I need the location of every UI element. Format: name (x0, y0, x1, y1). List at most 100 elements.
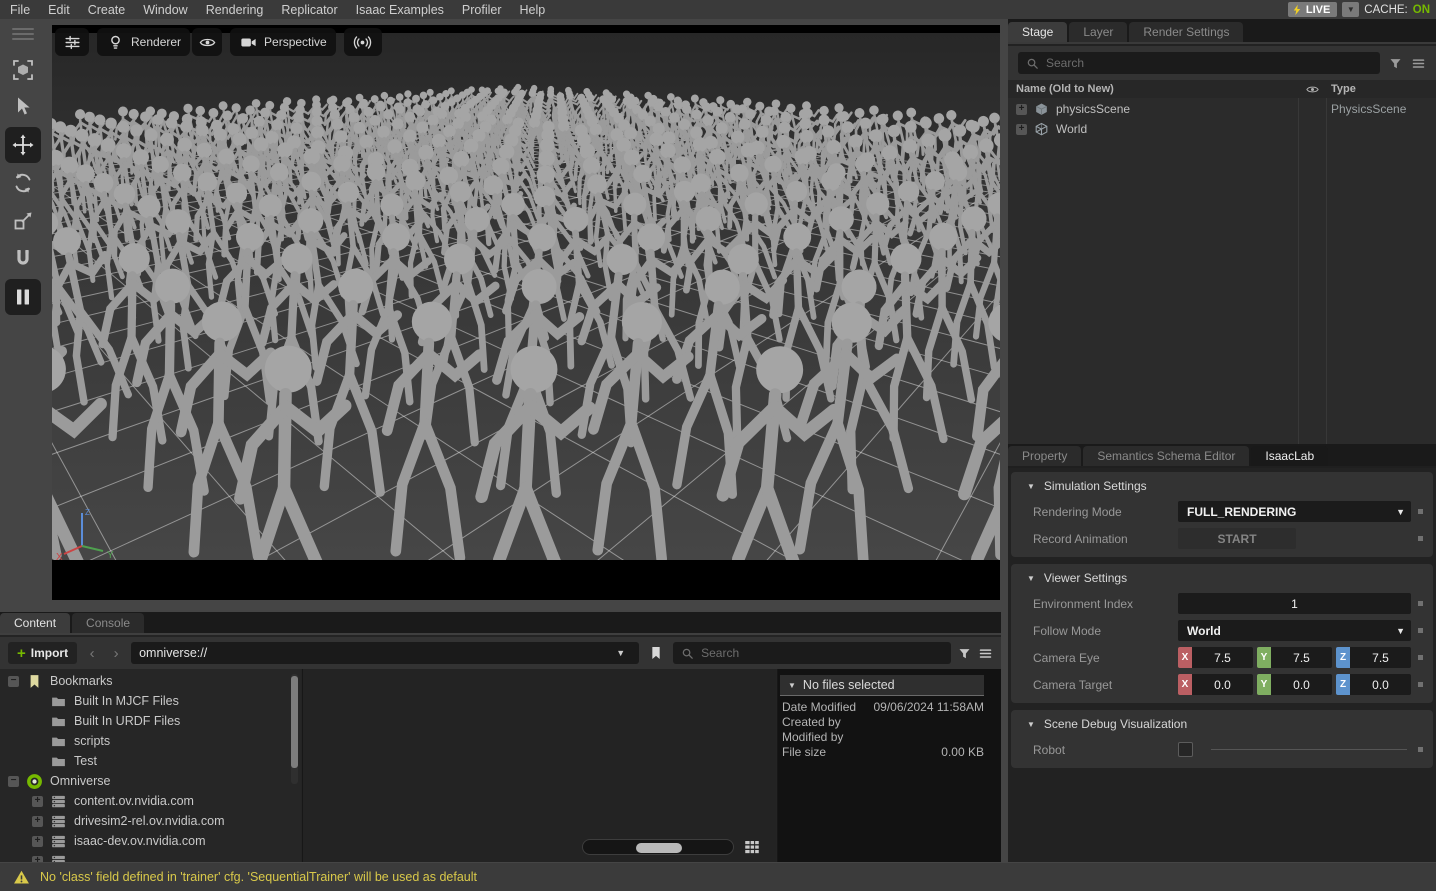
menu-rendering[interactable]: Rendering (206, 3, 264, 17)
viewport-canvas[interactable]: X Y Z (52, 33, 1000, 560)
camera-eye-y-field[interactable]: 7.5 (1271, 647, 1332, 668)
slider-handle[interactable] (636, 843, 682, 853)
expand-plus-icon[interactable]: + (1016, 104, 1027, 115)
menu-file[interactable]: File (10, 3, 30, 17)
default-value-dot[interactable] (1418, 628, 1423, 633)
frame-selection-tool-button[interactable] (5, 52, 41, 88)
live-dropdown-button[interactable]: ▼ (1342, 2, 1359, 17)
tree-item-content-server[interactable]: + content.ov.nvidia.com (0, 791, 301, 811)
camera-target-y-field[interactable]: 0.0 (1271, 674, 1332, 695)
forward-button[interactable]: › (107, 645, 125, 662)
tab-isaaclab[interactable]: IsaacLab (1251, 446, 1328, 466)
rotate-tool-button[interactable] (5, 165, 41, 201)
stage-column-header[interactable]: Name (Old to New) Type (1008, 80, 1436, 98)
select-tool-button[interactable] (5, 88, 41, 124)
tab-console[interactable]: Console (72, 613, 144, 633)
options-menu-icon[interactable] (978, 646, 993, 661)
pause-button[interactable] (5, 279, 41, 315)
follow-mode-dropdown[interactable]: World ▼ (1178, 620, 1411, 641)
bookmark-icon[interactable] (645, 645, 667, 661)
scale-tool-button[interactable] (5, 203, 41, 239)
tab-property[interactable]: Property (1008, 446, 1081, 466)
tree-item-isaac-dev-server[interactable]: + isaac-dev.ov.nvidia.com (0, 831, 301, 851)
menu-create[interactable]: Create (88, 3, 126, 17)
renderer-menu-button[interactable]: Renderer (97, 28, 190, 56)
file-grid-area[interactable] (302, 669, 776, 862)
path-bar[interactable]: ▼ (131, 642, 639, 664)
stage-search-input[interactable] (1046, 56, 1373, 70)
rendering-mode-dropdown[interactable]: FULL_RENDERING ▼ (1178, 501, 1411, 522)
tree-item-urdf[interactable]: Built In URDF Files (0, 711, 301, 731)
tree-item-bookmarks[interactable]: − Bookmarks (0, 671, 301, 691)
live-button[interactable]: LIVE (1288, 2, 1337, 17)
menu-window[interactable]: Window (143, 3, 187, 17)
column-name[interactable]: Name (Old to New) (1008, 83, 1298, 95)
start-button[interactable]: START (1178, 528, 1296, 549)
expand-plus-icon[interactable]: + (32, 796, 43, 807)
viewport[interactable]: X Y Z Renderer Perspective (52, 25, 1000, 600)
menu-edit[interactable]: Edit (48, 3, 70, 17)
expand-plus-icon[interactable]: + (32, 816, 43, 827)
options-menu-icon[interactable] (1411, 56, 1426, 71)
menu-help[interactable]: Help (520, 3, 546, 17)
import-button[interactable]: + Import (8, 642, 77, 664)
scrollbar-thumb[interactable] (291, 676, 298, 768)
environment-index-field[interactable]: 1 (1178, 593, 1411, 614)
default-value-dot[interactable] (1418, 601, 1423, 606)
stage-row-physics-scene[interactable]: + physicsScene PhysicsScene (1008, 99, 1436, 119)
visibility-menu-button[interactable] (192, 28, 222, 56)
tree-item-scripts[interactable]: scripts (0, 731, 301, 751)
default-value-dot[interactable] (1418, 682, 1423, 687)
tab-layer[interactable]: Layer (1069, 22, 1127, 42)
stage-search-box[interactable] (1018, 52, 1380, 74)
expand-plus-icon[interactable]: + (1016, 124, 1027, 135)
toolbar-grip-icon[interactable] (12, 28, 34, 30)
snap-tool-button[interactable] (5, 241, 41, 277)
thumbnail-size-slider[interactable] (582, 839, 734, 855)
chevron-down-icon[interactable]: ▼ (610, 648, 631, 658)
tab-content[interactable]: Content (0, 613, 70, 633)
tree-item-drivesim-server[interactable]: + drivesim2-rel.ov.nvidia.com (0, 811, 301, 831)
content-search-box[interactable] (673, 642, 951, 664)
default-value-dot[interactable] (1418, 536, 1423, 541)
content-search-input[interactable] (701, 646, 944, 660)
default-value-dot[interactable] (1418, 655, 1423, 660)
server-icon (50, 793, 67, 810)
filter-icon[interactable] (957, 646, 972, 661)
back-button[interactable]: ‹ (83, 645, 101, 662)
tab-stage[interactable]: Stage (1008, 22, 1067, 42)
section-header[interactable]: ▼ Scene Debug Visualization (1011, 712, 1433, 736)
tree-item-clipped[interactable]: + (0, 851, 301, 862)
section-header[interactable]: ▼ Simulation Settings (1011, 474, 1433, 498)
default-value-dot[interactable] (1418, 747, 1423, 752)
filter-icon[interactable] (1388, 56, 1403, 71)
stage-row-world[interactable]: + World (1008, 119, 1436, 139)
collapse-minus-icon[interactable]: − (8, 776, 19, 787)
menu-isaac-examples[interactable]: Isaac Examples (356, 3, 444, 17)
collapse-minus-icon[interactable]: − (8, 676, 19, 687)
tree-item-omniverse[interactable]: − Omniverse (0, 771, 301, 791)
tab-semantics-schema-editor[interactable]: Semantics Schema Editor (1083, 446, 1249, 466)
expand-plus-icon[interactable]: + (32, 836, 43, 847)
capture-button[interactable] (344, 28, 382, 56)
menu-replicator[interactable]: Replicator (281, 3, 337, 17)
move-tool-button[interactable] (5, 127, 41, 163)
tab-render-settings[interactable]: Render Settings (1129, 22, 1243, 42)
camera-eye-z-field[interactable]: 7.5 (1350, 647, 1411, 668)
tree-item-mjcf[interactable]: Built In MJCF Files (0, 691, 301, 711)
camera-eye-x-field[interactable]: 7.5 (1192, 647, 1253, 668)
grid-view-toggle-icon[interactable] (741, 838, 763, 856)
tree-item-test[interactable]: Test (0, 751, 301, 771)
default-value-dot[interactable] (1418, 509, 1423, 514)
expand-plus-icon[interactable]: + (32, 856, 43, 863)
viewport-settings-button[interactable] (55, 28, 89, 56)
path-input[interactable] (139, 646, 610, 660)
details-header[interactable]: ▼ No files selected (780, 675, 984, 696)
section-header[interactable]: ▼ Viewer Settings (1011, 566, 1433, 590)
column-type[interactable]: Type (1326, 83, 1436, 95)
camera-target-x-field[interactable]: 0.0 (1192, 674, 1253, 695)
camera-menu-button[interactable]: Perspective (230, 28, 336, 56)
robot-debug-checkbox[interactable] (1178, 742, 1193, 757)
camera-target-z-field[interactable]: 0.0 (1350, 674, 1411, 695)
menu-profiler[interactable]: Profiler (462, 3, 502, 17)
